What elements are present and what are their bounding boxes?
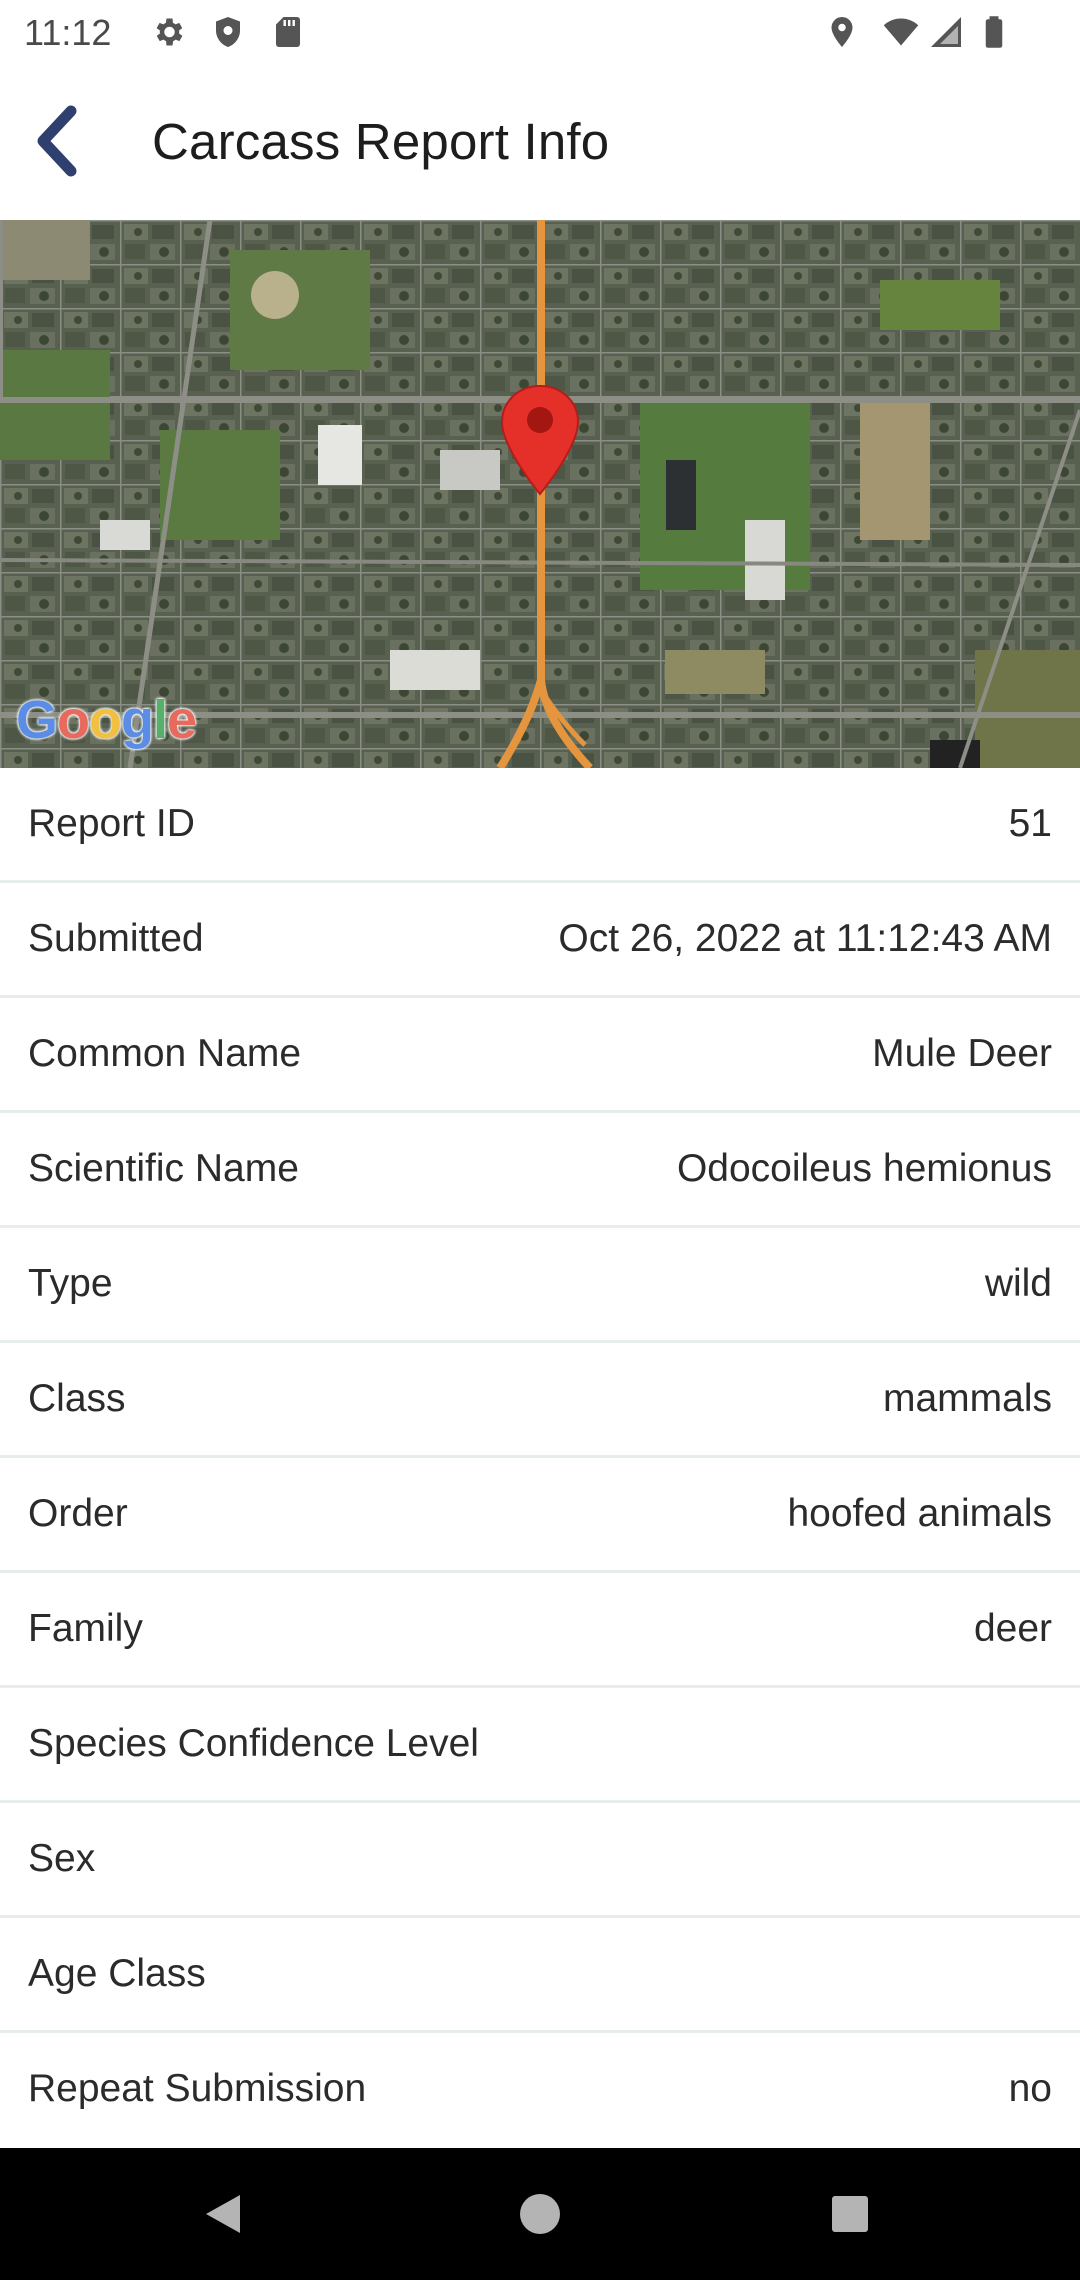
detail-value: mammals xyxy=(882,1377,1052,1420)
recents-square-icon xyxy=(832,2196,868,2232)
home-circle-icon xyxy=(520,2194,560,2234)
google-logo-letter: g xyxy=(121,690,154,750)
shield-icon xyxy=(216,17,240,47)
google-logo-letter: o xyxy=(89,690,122,750)
battery-icon xyxy=(985,16,1003,48)
detail-label: Scientific Name xyxy=(28,1147,299,1190)
google-logo-letter: l xyxy=(153,690,168,750)
google-attribution-logo: Google xyxy=(16,690,197,750)
location-icon xyxy=(831,17,853,47)
nav-back-button[interactable] xyxy=(188,2178,260,2250)
back-triangle-icon xyxy=(206,2195,240,2233)
detail-row-submitted: Submitted Oct 26, 2022 at 11:12:43 AM xyxy=(0,883,1080,998)
settings-icon xyxy=(156,18,183,46)
detail-label: Species Confidence Level xyxy=(28,1722,479,1765)
detail-label: Report ID xyxy=(28,802,195,845)
detail-value: hoofed animals xyxy=(787,1492,1052,1535)
system-navigation-bar xyxy=(0,2148,1080,2280)
detail-label: Type xyxy=(28,1262,113,1305)
detail-value: wild xyxy=(984,1262,1052,1305)
google-logo-letter: e xyxy=(167,690,197,750)
app-screen: 11:12 Carcass Report Info Google Report … xyxy=(0,0,1080,2280)
detail-row-age-class: Age Class xyxy=(0,1918,1080,2033)
back-button[interactable] xyxy=(14,98,100,184)
detail-value: deer xyxy=(973,1607,1052,1650)
detail-value: Odocoileus hemionus xyxy=(676,1147,1052,1190)
signal-icon xyxy=(931,17,961,47)
detail-row-repeat-submission: Repeat Submission no xyxy=(0,2033,1080,2145)
detail-label: Family xyxy=(28,1607,143,1650)
detail-value: Mule Deer xyxy=(872,1032,1052,1075)
detail-label: Age Class xyxy=(28,1952,206,1995)
detail-label: Order xyxy=(28,1492,128,1535)
detail-value: 51 xyxy=(1008,802,1052,845)
detail-row-common-name: Common Name Mule Deer xyxy=(0,998,1080,1113)
detail-value: Oct 26, 2022 at 11:12:43 AM xyxy=(558,917,1052,960)
detail-row-scientific-name: Scientific Name Odocoileus hemionus xyxy=(0,1113,1080,1228)
detail-label: Class xyxy=(28,1377,126,1420)
google-logo-letter: o xyxy=(57,690,90,750)
wifi-icon xyxy=(883,18,919,46)
detail-label: Sex xyxy=(28,1837,96,1880)
detail-label: Common Name xyxy=(28,1032,302,1075)
detail-row-order: Order hoofed animals xyxy=(0,1458,1080,1573)
nav-home-button[interactable] xyxy=(504,2178,576,2250)
google-logo-letter: G xyxy=(16,690,58,750)
detail-row-species-confidence-level: Species Confidence Level xyxy=(0,1688,1080,1803)
detail-row-class: Class mammals xyxy=(0,1343,1080,1458)
detail-label: Repeat Submission xyxy=(28,2067,367,2110)
detail-label: Submitted xyxy=(28,917,204,960)
status-time: 11:12 xyxy=(24,12,112,53)
detail-row-type: Type wild xyxy=(0,1228,1080,1343)
app-bar: Carcass Report Info xyxy=(0,66,1080,220)
detail-row-report-id: Report ID 51 xyxy=(0,768,1080,883)
report-details-list: Report ID 51 Submitted Oct 26, 2022 at 1… xyxy=(0,768,1080,2145)
sd-card-icon xyxy=(276,17,300,47)
nav-recents-button[interactable] xyxy=(814,2178,886,2250)
detail-row-sex: Sex xyxy=(0,1803,1080,1918)
page-title: Carcass Report Info xyxy=(152,113,610,170)
detail-row-family: Family deer xyxy=(0,1573,1080,1688)
location-marker-icon[interactable] xyxy=(498,384,582,496)
detail-value: no xyxy=(1008,2067,1052,2110)
chevron-left-icon xyxy=(37,105,77,177)
map-view[interactable]: Google xyxy=(0,220,1080,768)
status-bar: 11:12 xyxy=(0,0,1080,66)
